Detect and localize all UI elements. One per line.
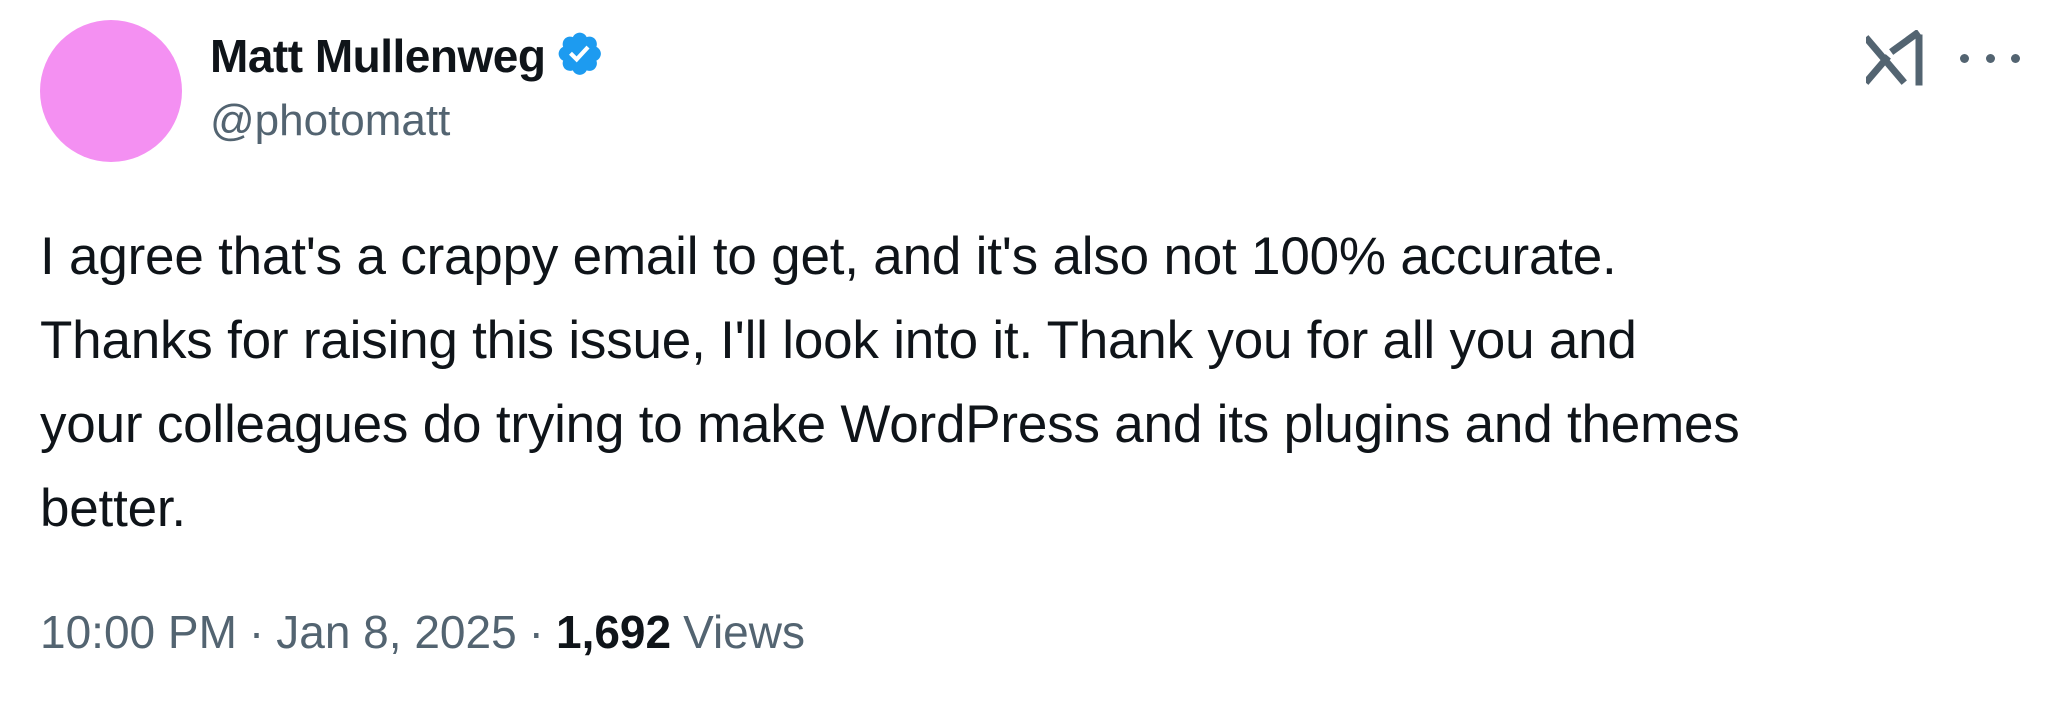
more-dot xyxy=(2011,53,2020,63)
tweet-meta: 10:00 PM · Jan 8, 2025 · 1,692 Views xyxy=(40,605,805,659)
author-display-name[interactable]: Matt Mullenweg xyxy=(210,29,546,83)
verified-badge-icon xyxy=(555,29,609,83)
more-dot xyxy=(1985,53,1995,63)
views-count[interactable]: 1,692 xyxy=(556,605,671,659)
grok-icon[interactable] xyxy=(1863,29,1928,86)
tweet-date[interactable]: Jan 8, 2025 xyxy=(276,605,516,659)
tweet-card: Matt Mullenweg @photomatt I agree that's… xyxy=(0,0,2066,712)
tweet-text: I agree that's a crappy email to get, an… xyxy=(40,227,1740,538)
meta-separator: · xyxy=(528,606,544,658)
author-name-row: Matt Mullenweg xyxy=(210,26,609,86)
meta-separator: · xyxy=(248,606,265,658)
avatar[interactable] xyxy=(40,20,182,162)
more-options-icon[interactable] xyxy=(1960,38,2020,78)
more-dot xyxy=(1960,53,1969,63)
tweet-time[interactable]: 10:00 PM xyxy=(40,605,237,659)
author-handle[interactable]: @photomatt xyxy=(210,96,450,146)
views-label: Views xyxy=(683,606,805,658)
